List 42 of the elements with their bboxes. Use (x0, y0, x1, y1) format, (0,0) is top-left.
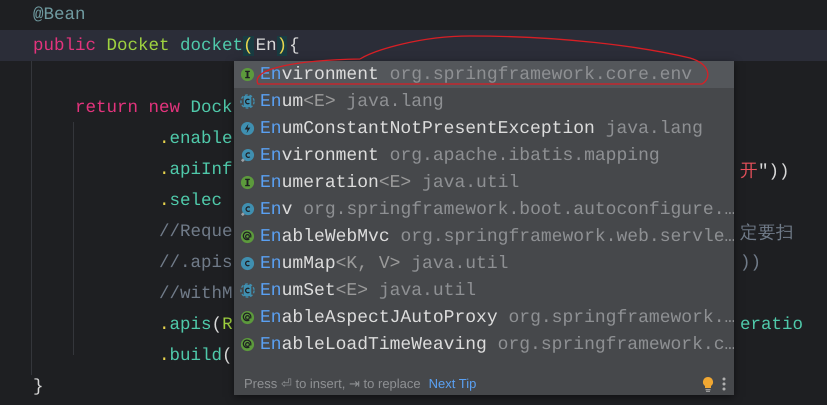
lightbulb-icon[interactable] (702, 376, 714, 392)
class-icon (240, 256, 255, 271)
abstract-class-icon (240, 283, 255, 298)
code-text: 定要扫 (740, 222, 794, 244)
completion-item[interactable]: Enum<E> java.lang (234, 88, 734, 115)
next-tip-link[interactable]: Next Tip (428, 376, 476, 391)
lightning-icon (240, 121, 255, 136)
completion-item[interactable]: EnumSet<E> java.util (234, 277, 734, 304)
annotation-icon (240, 310, 255, 325)
completion-item[interactable]: EnableLoadTimeWeaving org.springframework.c… (234, 331, 734, 358)
completion-item[interactable]: EnumMap<K, V> java.util (234, 250, 734, 277)
code-text: @Bean (33, 4, 86, 24)
code-text: eratio (740, 314, 804, 334)
completion-item[interactable]: EnumConstantNotPresentException java.lang (234, 115, 734, 142)
code-text: //.apis (158, 252, 233, 272)
class-icon (240, 202, 255, 217)
completion-item[interactable]: Enumeration<E> java.util (234, 169, 734, 196)
completion-item[interactable]: EnableAspectJAutoProxy org.springframework.… (234, 304, 734, 331)
abstract-class-icon (240, 94, 255, 109)
code-text: 开")) (740, 160, 790, 182)
interface-icon (240, 175, 255, 190)
completion-item[interactable]: Env org.springframework.boot.autoconfigure.… (234, 196, 734, 223)
completion-item[interactable]: EnableWebMvc org.springframework.web.servle… (234, 223, 734, 250)
code-text: } (33, 376, 44, 396)
code-text: //withM (158, 284, 233, 304)
interface-icon (240, 67, 255, 82)
completion-item[interactable]: Environment org.apache.ibatis.mapping (234, 142, 734, 169)
class-icon (240, 148, 255, 163)
code-text: .build( (158, 346, 233, 366)
code-text: return new Dock (74, 98, 233, 118)
annotation-icon (240, 229, 255, 244)
shortcut-hint: Press ⏎ to insert, ⇥ to replace (244, 376, 421, 391)
completion-item[interactable]: Environment org.springframework.core.env (234, 61, 734, 88)
code-text: .selec (158, 190, 222, 210)
annotation-icon (240, 337, 255, 352)
more-options-icon[interactable] (722, 376, 726, 390)
code-text: .apis(R (158, 314, 233, 334)
code-text: //Reque (158, 222, 233, 242)
code-text: )) (740, 252, 762, 272)
code-text: public Docket docket(En){ (33, 36, 300, 56)
code-text: .apiInf (158, 160, 233, 180)
code-text: .enable (158, 128, 233, 148)
